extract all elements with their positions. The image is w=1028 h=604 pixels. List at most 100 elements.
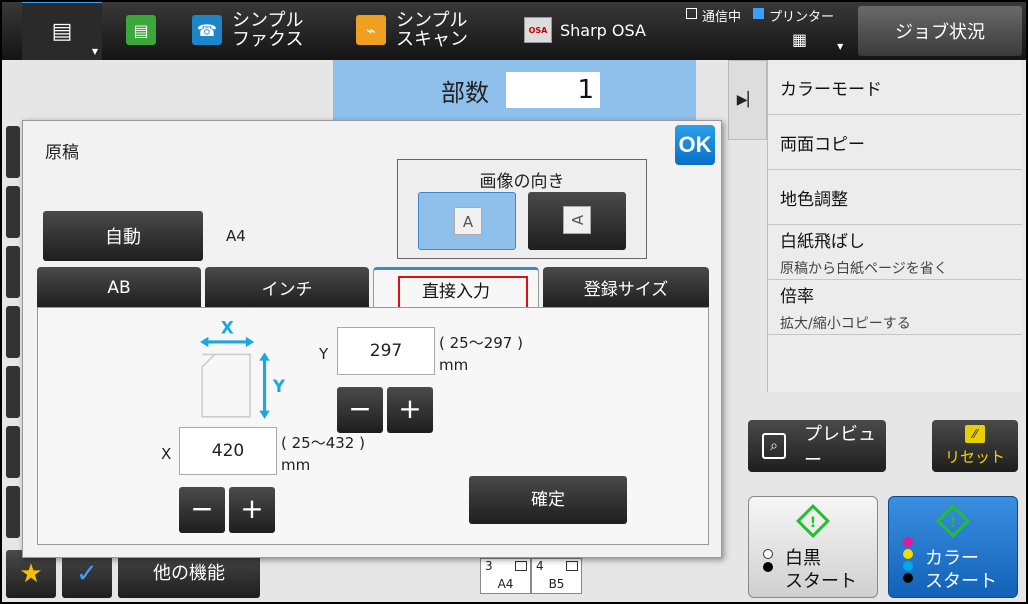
diagram-x-label: X [221, 319, 234, 338]
simple-scan-label: シンプル スキャン [396, 10, 468, 50]
tray-paper-size: B5 [548, 577, 565, 591]
tray-paper-icon [515, 561, 527, 571]
function-background-adjust[interactable]: 地色調整 [768, 170, 1022, 225]
bw-start-label: 白黒 スタート [785, 548, 857, 592]
osa-icon: OSA [524, 17, 552, 43]
ok-button[interactable]: OK [675, 125, 715, 165]
paper-trays: 3 A4 4 B5 [480, 558, 582, 594]
top-bar: ▤ ▼ ▤ ☎ シンプル ファクス ⌁ シンプル スキャン OSA Sharp … [0, 0, 1028, 60]
magnifier-icon: ⌕ [762, 433, 787, 459]
dialog-title: 原稿 [45, 143, 79, 163]
tray-3[interactable]: 3 A4 [480, 558, 531, 594]
confirm-button[interactable]: 確定 [469, 476, 627, 524]
bw-indicator-icon [763, 549, 773, 572]
function-title: カラーモード [780, 79, 882, 100]
start-exclaim-icon: ! [809, 515, 817, 531]
tray-paper-icon [566, 561, 578, 571]
chevron-down-icon: ▼ [837, 41, 844, 51]
portrait-page-icon: A [454, 207, 482, 235]
y-minus-button[interactable]: − [337, 387, 383, 433]
copy-mode-button[interactable]: ▤ [126, 0, 156, 60]
function-subtitle: 拡大/縮小コピーする [780, 315, 911, 332]
x-range: ( 25～432 ) mm [281, 434, 365, 474]
copies-area: 部数 1 [333, 60, 696, 120]
tray-paper-size: A4 [497, 577, 514, 591]
expand-arrow-icon: ▶▏ [736, 92, 759, 108]
orientation-portrait-button[interactable]: A [418, 192, 516, 250]
preview-button[interactable]: ⌕ プレビュー [748, 420, 886, 472]
underlying-button-stub [6, 306, 20, 358]
y-range: ( 25～297 ) mm [439, 334, 523, 374]
cmyk-indicator-icon [903, 537, 913, 583]
printer-status-box-icon [753, 8, 765, 19]
simple-fax-label: シンプル ファクス [232, 10, 304, 50]
underlying-button-stub [6, 426, 20, 478]
function-title: 地色調整 [780, 189, 848, 210]
tray-4[interactable]: 4 B5 [531, 558, 582, 594]
page-icon [201, 353, 251, 418]
sharp-osa-label: Sharp OSA [560, 20, 646, 40]
simple-fax-button[interactable]: ☎ シンプル ファクス [192, 0, 303, 60]
function-subtitle: 原稿から白紙ページを省く [780, 260, 948, 277]
size-tabs: AB インチ 直接入力 登録サイズ [37, 267, 709, 310]
underlying-button-stub [6, 246, 20, 298]
reset-label: リセット [944, 448, 1005, 466]
x-plus-button[interactable]: + [229, 487, 275, 533]
x-value-input[interactable]: 420 [179, 427, 277, 475]
y-plus-button[interactable]: + [387, 387, 433, 433]
x-label: X [161, 445, 172, 463]
bw-start-button[interactable]: ! 白黒 スタート [748, 496, 878, 598]
orientation-landscape-button[interactable]: A [528, 192, 626, 250]
printer-icon-button[interactable]: ▦ ▼ [792, 24, 843, 54]
printer-status-label: プリンター [769, 10, 835, 25]
color-start-label: カラー スタート [925, 548, 997, 592]
y-value-input[interactable]: 297 [337, 327, 435, 375]
home-button[interactable]: ▤ ▼ [22, 0, 102, 60]
color-start-button[interactable]: ! カラー スタート [888, 496, 1018, 598]
paper-size-readout: A4 [226, 227, 246, 245]
simple-scan-button[interactable]: ⌁ シンプル スキャン [356, 0, 468, 60]
function-list: カラーモード 両面コピー 地色調整 白紙飛ばし 原稿から白紙ページを省く 倍率 … [767, 60, 1022, 392]
highlight-box [398, 276, 528, 310]
function-title: 白紙飛ばし [780, 231, 865, 252]
function-title: 両面コピー [780, 134, 865, 155]
reset-button[interactable]: ⁄⁄ リセット [932, 420, 1018, 472]
tray-number: 4 [536, 559, 544, 573]
page-dimension-diagram: X Y [200, 319, 286, 419]
tab-direct-input[interactable]: 直接入力 [373, 267, 539, 310]
auto-button[interactable]: 自動 [43, 211, 203, 261]
landscape-page-icon: A [563, 206, 591, 234]
sharp-osa-button[interactable]: OSA Sharp OSA [524, 0, 646, 60]
tab-inch[interactable]: インチ [205, 267, 369, 308]
diagram-y-label: Y [272, 377, 286, 396]
job-status-button[interactable]: ジョブ状況 [858, 6, 1022, 56]
tray-number: 3 [485, 559, 493, 573]
job-status-label: ジョブ状況 [895, 22, 985, 43]
preview-label: プレビュー [804, 424, 877, 471]
image-orientation-group: 画像の向き A A [397, 159, 647, 259]
printer-icon: ▦ [792, 29, 808, 49]
x-minus-button[interactable]: − [179, 487, 225, 533]
underlying-button-stub [6, 126, 20, 178]
function-duplex-copy[interactable]: 両面コピー [768, 115, 1022, 170]
function-color-mode[interactable]: カラーモード [768, 60, 1022, 115]
comm-status-box-icon [686, 8, 697, 19]
comm-status-label: 通信中 [702, 10, 742, 25]
underlying-button-stub [6, 486, 20, 538]
copy-icon: ▤ [126, 15, 156, 45]
tab-registered-size[interactable]: 登録サイズ [543, 267, 709, 308]
function-title: 倍率 [780, 286, 814, 307]
function-zoom[interactable]: 倍率 拡大/縮小コピーする [768, 280, 1022, 335]
underlying-button-stub [6, 186, 20, 238]
original-size-dialog: 原稿 OK 自動 A4 画像の向き A A AB インチ 直接入力 登録サイズ … [22, 120, 722, 558]
scan-icon: ⌁ [356, 15, 386, 45]
chevron-down-icon: ▼ [91, 47, 98, 56]
panel-expand-button[interactable]: ▶▏ [728, 60, 767, 140]
tab-ab[interactable]: AB [37, 267, 201, 308]
underlying-button-stub [6, 366, 20, 418]
orientation-label: 画像の向き [479, 172, 565, 192]
copies-input[interactable]: 1 [506, 72, 600, 108]
function-blank-skip[interactable]: 白紙飛ばし 原稿から白紙ページを省く [768, 225, 1022, 280]
reset-icon: ⁄⁄ [965, 425, 985, 443]
document-stack-icon: ▤ [51, 19, 73, 44]
